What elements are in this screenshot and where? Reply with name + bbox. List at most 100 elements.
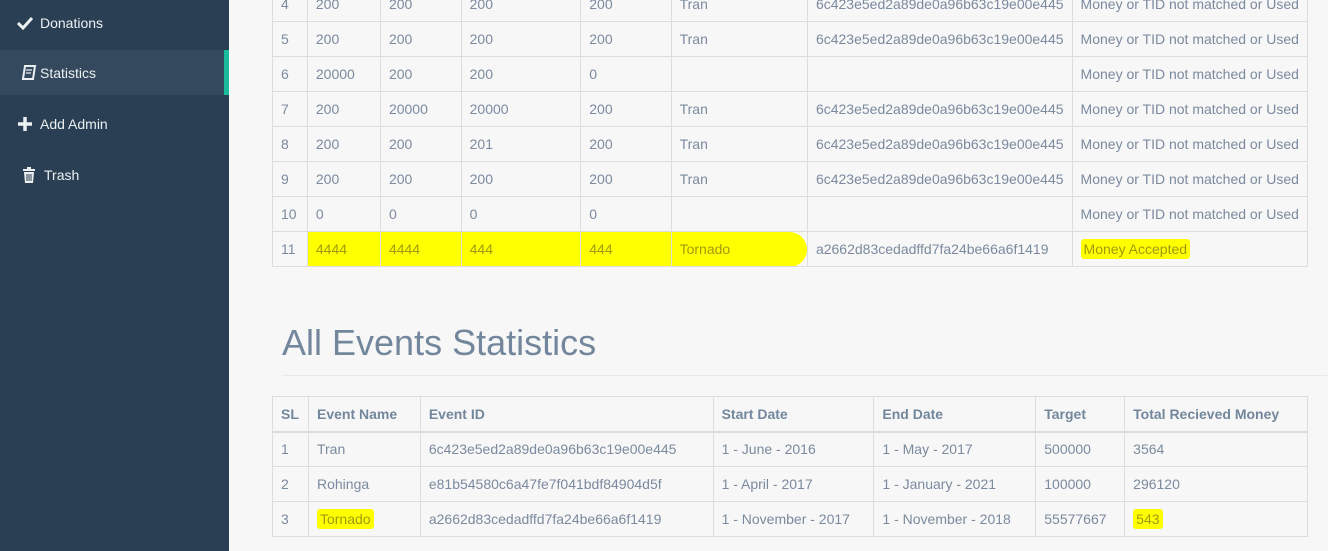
table-cell: 8: [272, 126, 308, 162]
sidebar-item-trash[interactable]: Trash: [0, 152, 229, 197]
table-row: 7 200 20000 20000 200 Tran 6c423e5ed2a89…: [272, 91, 1309, 127]
table-row: 10 0 0 0 0 Money or TID not matched or U…: [272, 196, 1309, 232]
table-cell: 6c423e5ed2a89de0a96b63c19e00e445: [806, 126, 1073, 162]
trash-icon: [18, 166, 40, 184]
table-cell: 20000: [460, 91, 582, 127]
table-cell: 4444: [379, 231, 462, 267]
table-cell: Tornado: [670, 231, 808, 267]
status-badge: Money Accepted: [1080, 239, 1191, 259]
table-cell: 200: [580, 21, 672, 57]
table-cell: 444: [460, 231, 582, 267]
table-cell: e81b54580c6a47fe7f041bdf84904d5f: [419, 466, 714, 502]
check-icon: [14, 14, 36, 32]
table-cell: Money or TID not matched or Used: [1071, 126, 1309, 162]
table-row: 6 20000 200 200 0 Money or TID not match…: [272, 56, 1309, 92]
table-cell: 55577667: [1035, 501, 1126, 537]
table-cell: 200: [460, 21, 582, 57]
table-cell: Rohinga: [307, 466, 421, 502]
table-cell: 500000: [1035, 431, 1126, 467]
table-cell: 6c423e5ed2a89de0a96b63c19e00e445: [806, 91, 1073, 127]
received-money-highlight: 543: [1133, 509, 1163, 529]
table-header-row: SL Event Name Event ID Start Date End Da…: [272, 396, 1308, 433]
table-cell: 200: [580, 126, 672, 162]
table-cell: 200: [306, 126, 381, 162]
table-cell: Money or TID not matched or Used: [1071, 196, 1309, 232]
table-cell: 1: [272, 431, 309, 467]
table-cell: Tran: [670, 91, 808, 127]
table-cell: 0: [580, 56, 672, 92]
sidebar-item-label: Trash: [44, 166, 80, 183]
table-cell: 10: [272, 196, 308, 232]
table-row: 5 200 200 200 200 Tran 6c423e5ed2a89de0a…: [272, 21, 1309, 57]
table-cell: [670, 56, 808, 92]
table-cell: a2662d83cedadffd7fa24be66a6f1419: [419, 501, 714, 537]
table-cell: 200: [306, 0, 381, 22]
table-cell: Tran: [670, 161, 808, 197]
table-cell: 6c423e5ed2a89de0a96b63c19e00e445: [806, 0, 1073, 22]
table-cell: 100000: [1035, 466, 1126, 502]
table-cell: 200: [306, 161, 381, 197]
table-cell: 4: [272, 0, 308, 22]
table-cell: Money or TID not matched or Used: [1071, 56, 1309, 92]
table-cell: Tran: [670, 126, 808, 162]
table-cell: a2662d83cedadffd7fa24be66a6f1419: [806, 231, 1073, 267]
table-cell: 444: [580, 231, 672, 267]
table-cell: Money Accepted: [1071, 231, 1309, 267]
column-header: SL: [272, 396, 309, 433]
table-cell: 4444: [306, 231, 381, 267]
table-row: 4 200 200 200 200 Tran 6c423e5ed2a89de0a…: [272, 0, 1309, 22]
page-title: All Events Statistics: [282, 322, 597, 363]
table-cell: 2: [272, 466, 309, 502]
table-cell: 1 - May - 2017: [873, 431, 1037, 467]
table-row: 8 200 200 201 200 Tran 6c423e5ed2a89de0a…: [272, 126, 1309, 162]
table-cell: 1 - June - 2016: [712, 431, 875, 467]
donations-table: 4 200 200 200 200 Tran 6c423e5ed2a89de0a…: [272, 0, 1309, 267]
sidebar-item-label: Donations: [40, 14, 104, 31]
sidebar-item-donations[interactable]: Donations: [0, 0, 229, 45]
table-cell: 0: [460, 196, 582, 232]
table-row: 9 200 200 200 200 Tran 6c423e5ed2a89de0a…: [272, 161, 1309, 197]
table-cell: Tran: [670, 21, 808, 57]
table-cell: 200: [580, 0, 672, 22]
column-header: Event Name: [307, 396, 421, 433]
sidebar-item-add-admin[interactable]: Add Admin: [0, 101, 229, 146]
table-cell: Tran: [670, 0, 808, 22]
book-icon: [18, 64, 40, 82]
table-cell: Money or TID not matched or Used: [1071, 91, 1309, 127]
table-cell: 6c423e5ed2a89de0a96b63c19e00e445: [419, 431, 714, 467]
table-cell: 543: [1124, 501, 1308, 537]
column-header: Target: [1035, 396, 1126, 433]
table-cell: 200: [306, 21, 381, 57]
table-cell: 11: [272, 231, 308, 267]
table-cell: 9: [272, 161, 308, 197]
event-name-highlight: Tornado: [316, 509, 374, 529]
table-cell: 6c423e5ed2a89de0a96b63c19e00e445: [806, 161, 1073, 197]
divider: [282, 375, 1327, 376]
table-cell: Tornado: [307, 501, 421, 537]
table-cell: 0: [580, 196, 672, 232]
sidebar-item-label: Add Admin: [40, 115, 108, 132]
table-cell: 1 - April - 2017: [712, 466, 875, 502]
sidebar: Donations Statistics Add Admin Trash: [0, 0, 229, 551]
sidebar-item-statistics[interactable]: Statistics: [0, 50, 229, 95]
table-cell: 1 - November - 2018: [873, 501, 1037, 537]
table-cell: 200: [460, 56, 582, 92]
plus-icon: [14, 115, 36, 133]
table-row: 2 Rohinga e81b54580c6a47fe7f041bdf84904d…: [272, 466, 1308, 502]
table-cell: 0: [379, 196, 462, 232]
table-row-highlighted: 11 4444 4444 444 444 Tornado a2662d83ced…: [272, 231, 1309, 267]
column-header: Start Date: [712, 396, 875, 433]
table-cell: [806, 196, 1073, 232]
column-header: Event ID: [419, 396, 714, 433]
table-cell: [806, 56, 1073, 92]
column-header: Total Recieved Money: [1124, 396, 1308, 433]
events-table: SL Event Name Event ID Start Date End Da…: [272, 396, 1308, 537]
table-cell: 200: [379, 21, 462, 57]
table-cell: 1 - November - 2017: [712, 501, 875, 537]
table-cell: 200: [379, 126, 462, 162]
table-cell: 200: [379, 56, 462, 92]
table-cell: 296120: [1124, 466, 1308, 502]
table-cell: 200: [379, 0, 462, 22]
table-cell: 0: [306, 196, 381, 232]
table-cell: 200: [306, 91, 381, 127]
